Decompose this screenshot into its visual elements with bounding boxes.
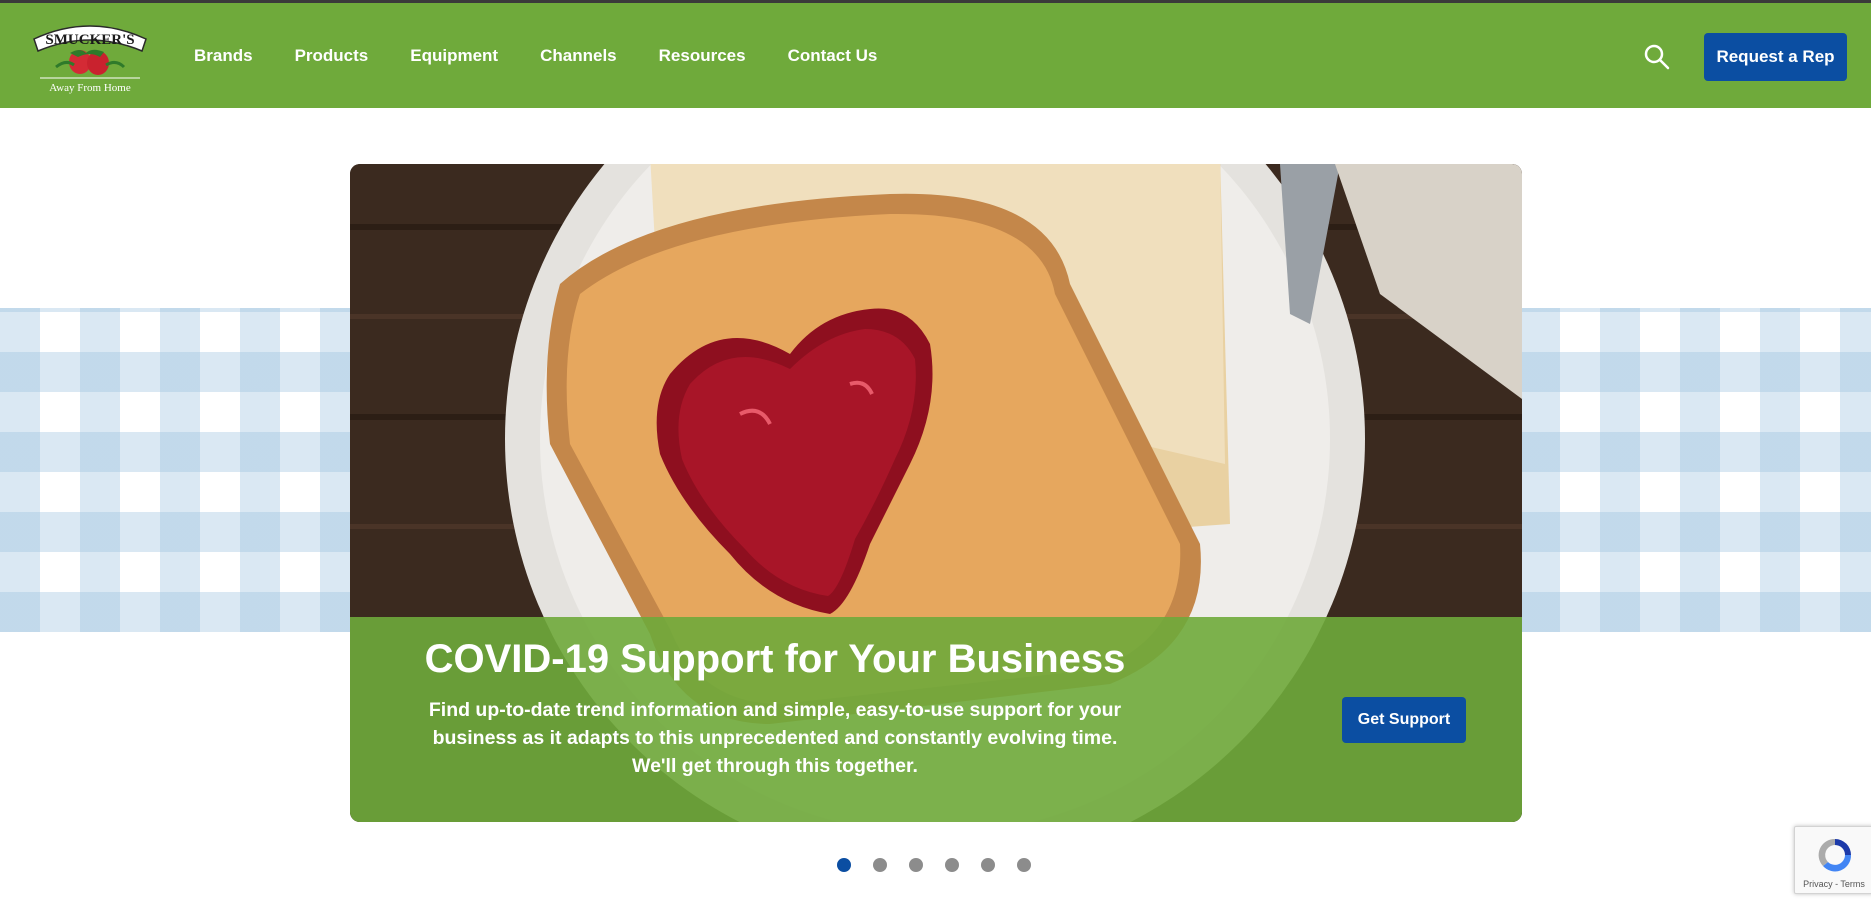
main-nav: Brands Products Equipment Channels Resou… bbox=[194, 3, 919, 108]
get-support-button[interactable]: Get Support bbox=[1342, 697, 1466, 743]
carousel-dot-1[interactable] bbox=[837, 858, 851, 872]
nav-contact-us[interactable]: Contact Us bbox=[788, 46, 878, 66]
carousel-dot-4[interactable] bbox=[945, 858, 959, 872]
carousel-dot-6[interactable] bbox=[1017, 858, 1031, 872]
recaptcha-icon bbox=[1818, 838, 1852, 872]
carousel-dot-3[interactable] bbox=[909, 858, 923, 872]
nav-brands[interactable]: Brands bbox=[194, 46, 253, 66]
recaptcha-badge[interactable]: Privacy - Terms bbox=[1794, 826, 1871, 894]
recaptcha-links[interactable]: Privacy - Terms bbox=[1795, 879, 1871, 889]
nav-resources[interactable]: Resources bbox=[659, 46, 746, 66]
smuckers-logo[interactable]: SMUCKER'S Away From Home bbox=[26, 17, 154, 101]
hero-carousel-slide: COVID-19 Support for Your Business Find … bbox=[350, 164, 1522, 822]
hero-description-line: Find up-to-date trend information and si… bbox=[428, 699, 1122, 721]
nav-products[interactable]: Products bbox=[295, 46, 369, 66]
site-header: SMUCKER'S Away From Home Brands Products… bbox=[0, 3, 1871, 108]
carousel-pagination bbox=[837, 858, 1031, 872]
hero-description-line: business as it adapts to this unpreceden… bbox=[432, 727, 1118, 749]
hero-description-line: We'll get through this together. bbox=[632, 755, 918, 777]
search-icon[interactable] bbox=[1643, 43, 1671, 71]
nav-channels[interactable]: Channels bbox=[540, 46, 617, 66]
hero-description: Find up-to-date trend information and si… bbox=[405, 696, 1145, 780]
carousel-dot-2[interactable] bbox=[873, 858, 887, 872]
logo-tagline: Away From Home bbox=[49, 82, 131, 94]
hero-title: COVID-19 Support for Your Business bbox=[424, 637, 1126, 681]
logo-wordmark: SMUCKER'S bbox=[45, 32, 134, 48]
carousel-dot-5[interactable] bbox=[981, 858, 995, 872]
nav-equipment[interactable]: Equipment bbox=[410, 46, 498, 66]
request-rep-button[interactable]: Request a Rep bbox=[1704, 33, 1847, 81]
